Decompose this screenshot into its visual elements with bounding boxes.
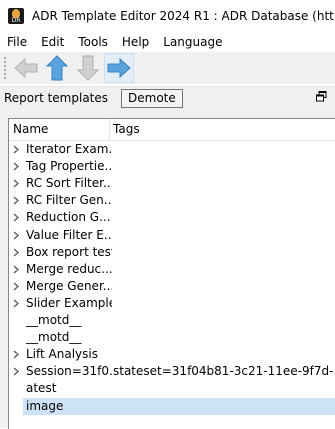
dock-title-bar: Report templates Demote [0,86,335,109]
tree-row[interactable]: Slider Example [9,295,335,312]
menu-edit[interactable]: Edit [34,32,71,52]
tree-row-name: Tag Propertie... [26,159,112,174]
toolbar [0,52,335,84]
tree-row[interactable]: Lift Analysis [9,346,335,363]
arrow-right-icon [107,57,131,79]
menu-help[interactable]: Help [115,32,156,52]
app-logo-icon: DR [8,8,24,24]
templates-tree[interactable]: Name Tags Iterator Exam... Tag Propertie.… [8,118,335,429]
expand-chevron-icon[interactable] [12,282,20,291]
tree-row[interactable]: Session=31f0... stateset=31f04b81-3c21-11… [9,363,335,380]
menu-tools[interactable]: Tools [71,32,115,52]
tree-row-name: atest [26,381,57,396]
tree-row[interactable]: Tag Propertie... [9,158,335,175]
tree-row-name: Reduction G... [26,210,111,225]
move-down-button[interactable] [74,54,102,82]
expand-chevron-icon[interactable] [12,367,20,376]
tree-row-name: Value Filter E... [26,227,112,242]
menu-bar: File Edit Tools Help Language [0,32,335,52]
expand-chevron-icon[interactable] [12,231,20,240]
tree-header: Name Tags [9,119,335,141]
menu-language[interactable]: Language [156,32,229,52]
tree-row-name: image [26,398,64,413]
tree-row[interactable]: Reduction G... [9,209,335,226]
arrow-left-icon [14,57,38,79]
tree-row-name: Merge reduc... [26,261,112,276]
float-window-icon[interactable] [316,91,327,102]
tree-row-name: Merge Gener... [26,278,112,293]
demote-button[interactable] [104,53,134,83]
tree-row-name: Slider Example [26,295,112,310]
tree-row-name: Session=31f0... [26,364,112,379]
tree-row[interactable]: Value Filter E... [9,227,335,244]
tree-row-name: RC Filter Gen... [26,193,112,208]
title-bar: DR ADR Template Editor 2024 R1 : ADR Dat… [0,0,335,32]
column-header-tags[interactable]: Tags [113,122,140,136]
expand-chevron-icon[interactable] [12,179,20,188]
expand-chevron-icon[interactable] [12,299,20,308]
expand-chevron-icon[interactable] [12,213,20,222]
tree-row[interactable]: Merge Gener... [9,278,335,295]
tree-row[interactable]: image [23,397,335,415]
arrow-up-icon [45,55,69,81]
tree-row-tags: stateset=31f04b81-3c21-11ee-9f7d-... [113,364,335,379]
tree-row[interactable]: atest [9,380,335,397]
tree-row[interactable]: __motd__ [9,312,335,329]
tree-row-name: Lift Analysis [26,347,98,362]
expand-chevron-icon[interactable] [12,196,20,205]
tree-row-name: __motd__ [26,313,82,327]
expand-chevron-icon[interactable] [12,145,20,154]
tree-row[interactable]: __motd__ [9,329,335,346]
expand-chevron-icon[interactable] [12,265,20,274]
column-header-name[interactable]: Name [13,122,48,136]
move-left-button[interactable] [12,54,40,82]
dock-title: Report templates [4,91,109,105]
tree-row-name: RC Sort Filter... [26,176,112,191]
menu-file[interactable]: File [0,32,34,52]
window-title: ADR Template Editor 2024 R1 : ADR Databa… [32,9,335,23]
arrow-down-icon [76,55,100,81]
move-up-button[interactable] [43,54,71,82]
tree-row-name: Box report test [26,244,112,259]
tree-row[interactable]: RC Sort Filter... [9,175,335,192]
tooltip: Demote [121,89,183,108]
column-separator[interactable] [109,119,110,140]
tree-row[interactable]: Merge reduc... [9,261,335,278]
tree-row[interactable]: RC Filter Gen... [9,192,335,209]
tree-row[interactable]: Box report test [9,244,335,261]
expand-chevron-icon[interactable] [12,162,20,171]
tree-row[interactable]: Iterator Exam... [9,141,335,158]
toolbar-grip[interactable] [3,56,7,80]
expand-chevron-icon[interactable] [12,350,20,359]
tree-row-name: Iterator Exam... [26,142,112,156]
expand-chevron-icon[interactable] [12,248,20,257]
tree-row-name: __motd__ [26,330,82,345]
report-templates-pane: Name Tags Iterator Exam... Tag Propertie.… [0,108,335,429]
